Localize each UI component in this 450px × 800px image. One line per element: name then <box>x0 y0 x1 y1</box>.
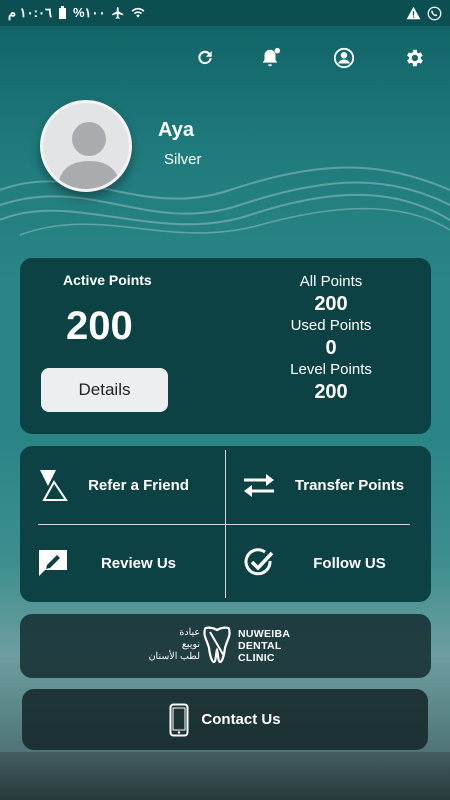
transfer-points-label: Transfer Points <box>294 476 405 494</box>
status-left: ١٠:٠٦ م %١٠٠ <box>8 5 145 21</box>
battery-level: %١٠٠ <box>72 5 106 20</box>
active-points-value: 200 <box>66 304 133 348</box>
check-circle-icon <box>241 545 277 581</box>
transfer-points-button[interactable]: Transfer Points <box>226 450 426 520</box>
clinic-en-line2: DENTAL <box>238 640 282 652</box>
details-button[interactable]: Details <box>41 368 168 412</box>
clinic-ar-line3: لطب الأسنان <box>148 651 200 662</box>
user-level: Silver <box>164 151 202 168</box>
status-right <box>406 6 442 21</box>
contact-us-label: Contact Us <box>201 711 281 728</box>
all-points-value: 200 <box>314 293 348 315</box>
refer-friend-label: Refer a Friend <box>88 476 189 494</box>
transfer-arrows-icon <box>241 467 277 503</box>
used-points-label: Used Points <box>290 317 372 334</box>
warning-icon <box>406 6 421 20</box>
airplane-icon <box>112 7 124 19</box>
level-points-value: 200 <box>314 381 348 403</box>
contact-us-button[interactable]: Contact Us <box>22 689 428 750</box>
refresh-icon[interactable] <box>191 44 219 72</box>
review-us-label: Review Us <box>100 554 177 572</box>
top-bar <box>0 40 450 76</box>
battery-icon <box>58 6 66 19</box>
review-edit-icon <box>35 545 71 581</box>
active-points-label: Active Points <box>63 272 152 288</box>
clinic-en-line3: CLINIC <box>238 652 275 664</box>
follow-us-label: Follow US <box>313 554 386 572</box>
user-name: Aya <box>158 119 194 141</box>
clinic-ar-line2: نويبع <box>181 639 200 650</box>
level-points-label: Level Points <box>290 361 372 378</box>
tooth-logo-icon <box>203 626 231 664</box>
bell-icon[interactable] <box>256 44 284 72</box>
follow-us-button[interactable]: Follow US <box>226 528 426 598</box>
settings-icon[interactable] <box>400 44 428 72</box>
status-bar: ١٠:٠٦ م %١٠٠ <box>0 0 450 26</box>
points-stats: All Points 200 Used Points 0 Level Point… <box>261 272 401 404</box>
horizontal-divider <box>38 524 410 525</box>
clinic-english-name: NUWEIBA DENTAL CLINIC <box>238 628 290 664</box>
phone-icon <box>169 703 189 736</box>
wifi-icon <box>132 7 145 18</box>
refer-friend-button[interactable]: Refer a Friend <box>20 450 210 520</box>
background-photo-bottom <box>0 752 450 800</box>
clock: ١٠:٠٦ م <box>8 5 52 20</box>
avatar[interactable] <box>40 100 132 192</box>
profile-icon[interactable] <box>330 44 358 72</box>
clinic-arabic-name: عيادة نويبع لطب الأسنان <box>148 627 200 663</box>
whatsapp-icon <box>427 6 442 20</box>
clinic-ar-line1: عيادة <box>179 627 200 638</box>
actions-card: Refer a Friend Transfer Points Review Us… <box>20 446 431 602</box>
clinic-banner[interactable]: عيادة نويبع لطب الأسنان NUWEIBA DENTAL C… <box>20 614 431 678</box>
used-points-value: 0 <box>325 337 337 359</box>
refer-triangles-icon <box>35 467 71 503</box>
review-us-button[interactable]: Review Us <box>20 528 210 598</box>
all-points-label: All Points <box>299 273 363 290</box>
points-card: Active Points 200 Details All Points 200… <box>20 258 431 434</box>
clinic-en-line1: NUWEIBA <box>238 628 291 640</box>
